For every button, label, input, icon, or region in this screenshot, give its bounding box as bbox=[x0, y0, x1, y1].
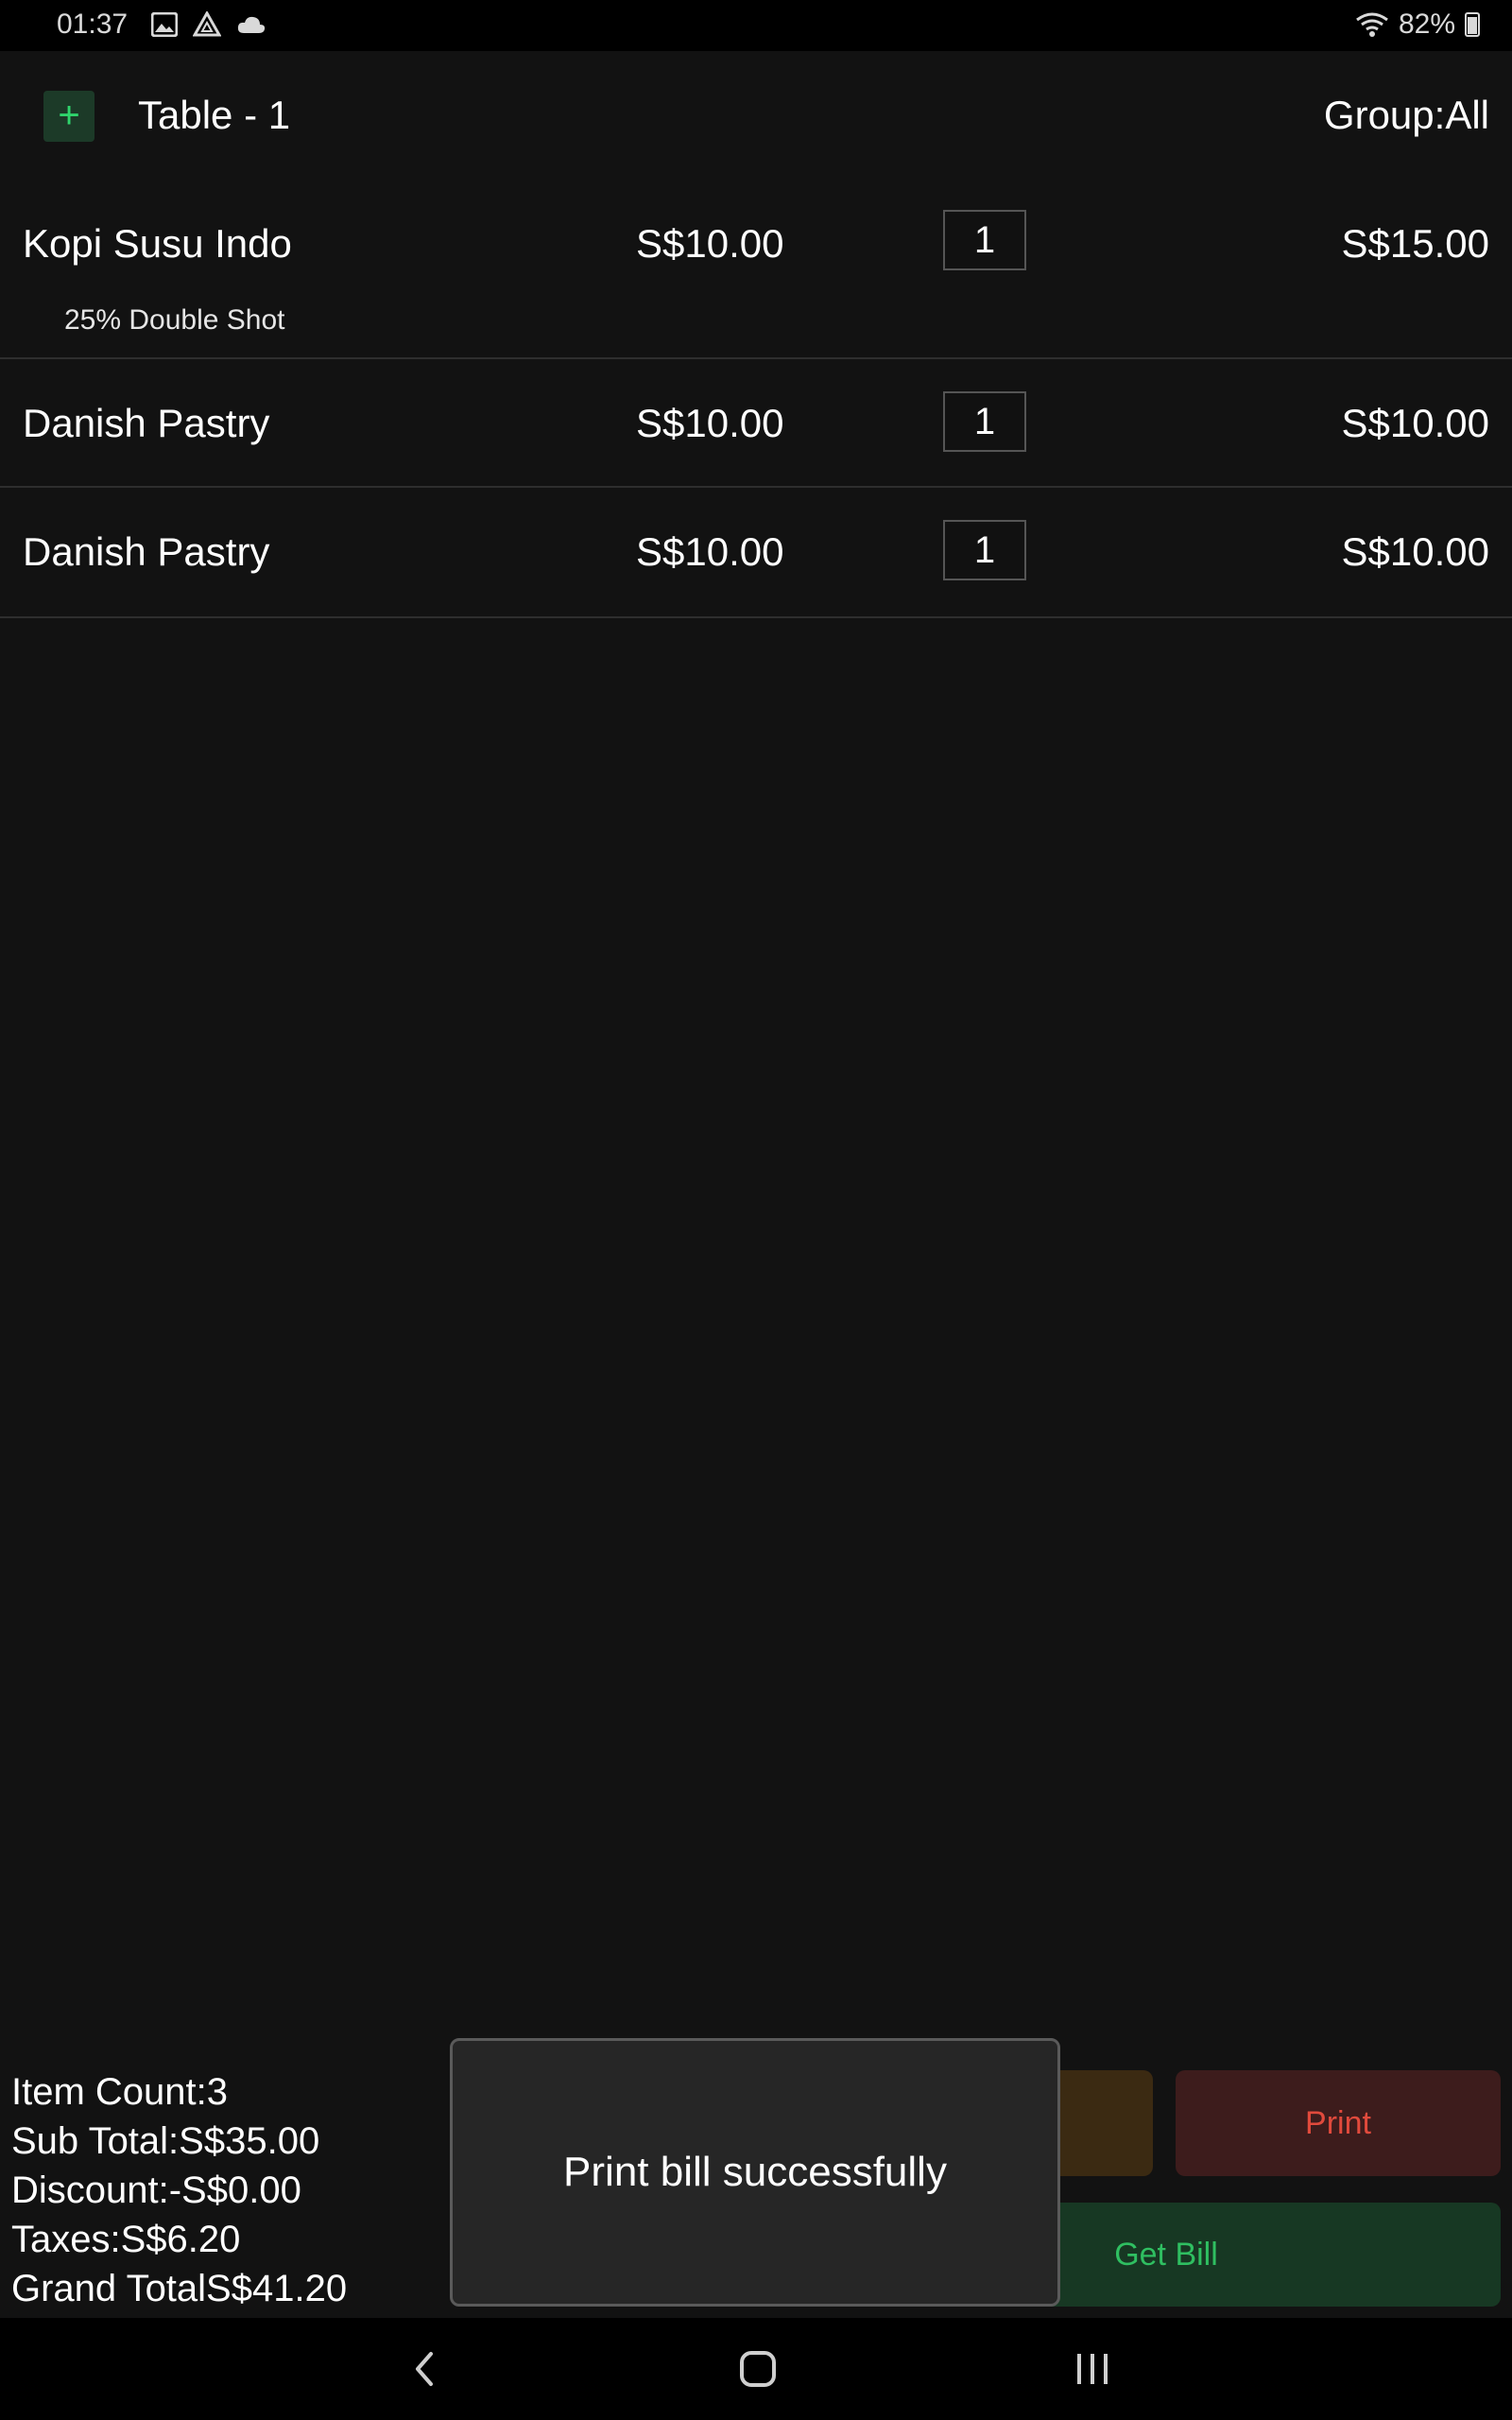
order-item-row[interactable]: Kopi Susu Indo S$10.00 1 S$15.00 25% Dou… bbox=[0, 182, 1512, 359]
drive-icon bbox=[193, 11, 221, 37]
get-bill-label: Get Bill bbox=[1114, 2237, 1218, 2273]
bill-summary: Item Count:3 Sub Total:S$35.00 Discount:… bbox=[11, 2067, 347, 2313]
print-button[interactable]: Print bbox=[1176, 2070, 1501, 2176]
item-name: Danish Pastry bbox=[23, 529, 270, 574]
order-item-row[interactable]: Danish Pastry S$10.00 1 S$10.00 bbox=[0, 488, 1512, 618]
item-price: S$10.00 bbox=[636, 401, 784, 445]
item-price: S$10.00 bbox=[636, 221, 784, 266]
item-price: S$10.00 bbox=[636, 529, 784, 574]
navigation-bar bbox=[0, 2318, 1512, 2420]
table-title: Table - 1 bbox=[138, 93, 291, 137]
group-selector[interactable]: Group:All bbox=[1324, 93, 1489, 138]
grand-total: Grand TotalS$41.20 bbox=[11, 2268, 348, 2309]
item-name: Danish Pastry bbox=[23, 401, 270, 445]
quantity-field[interactable]: 1 bbox=[943, 520, 1026, 580]
status-time: 01:37 bbox=[57, 9, 129, 40]
recent-apps-icon[interactable] bbox=[1072, 2346, 1113, 2392]
item-modifier: 25% Double Shot bbox=[64, 304, 285, 336]
toast-message: Print bill successfully bbox=[450, 2038, 1060, 2307]
status-bar: 01:37 82% bbox=[0, 0, 1512, 51]
quantity-field[interactable]: 1 bbox=[943, 391, 1026, 452]
order-header: + Table - 1 Group:All bbox=[0, 51, 1512, 182]
home-icon[interactable] bbox=[737, 2346, 779, 2392]
item-count: Item Count:3 bbox=[11, 2071, 229, 2113]
wifi-icon bbox=[1356, 12, 1388, 37]
notification-icons bbox=[151, 11, 266, 38]
hidden-action-button[interactable] bbox=[1049, 2070, 1153, 2176]
system-status: 82% bbox=[1355, 9, 1480, 41]
sub-total: Sub Total:S$35.00 bbox=[11, 2120, 320, 2162]
image-icon bbox=[151, 12, 178, 37]
toast-text: Print bill successfully bbox=[563, 2149, 947, 2195]
add-item-button[interactable]: + bbox=[43, 91, 94, 142]
item-total: S$10.00 bbox=[1341, 401, 1489, 445]
taxes: Taxes:S$6.20 bbox=[11, 2219, 241, 2260]
get-bill-button[interactable]: Get Bill bbox=[1049, 2203, 1501, 2307]
battery-icon bbox=[1465, 12, 1480, 37]
cloud-icon bbox=[237, 16, 266, 33]
item-total: S$10.00 bbox=[1341, 529, 1489, 574]
battery-percentage: 82% bbox=[1398, 9, 1455, 40]
discount: Discount:-S$0.00 bbox=[11, 2169, 301, 2211]
item-name: Kopi Susu Indo bbox=[23, 221, 292, 266]
quantity-field[interactable]: 1 bbox=[943, 210, 1026, 270]
order-item-row[interactable]: Danish Pastry S$10.00 1 S$10.00 bbox=[0, 359, 1512, 488]
back-icon[interactable] bbox=[406, 2346, 444, 2392]
item-total: S$15.00 bbox=[1341, 221, 1489, 266]
